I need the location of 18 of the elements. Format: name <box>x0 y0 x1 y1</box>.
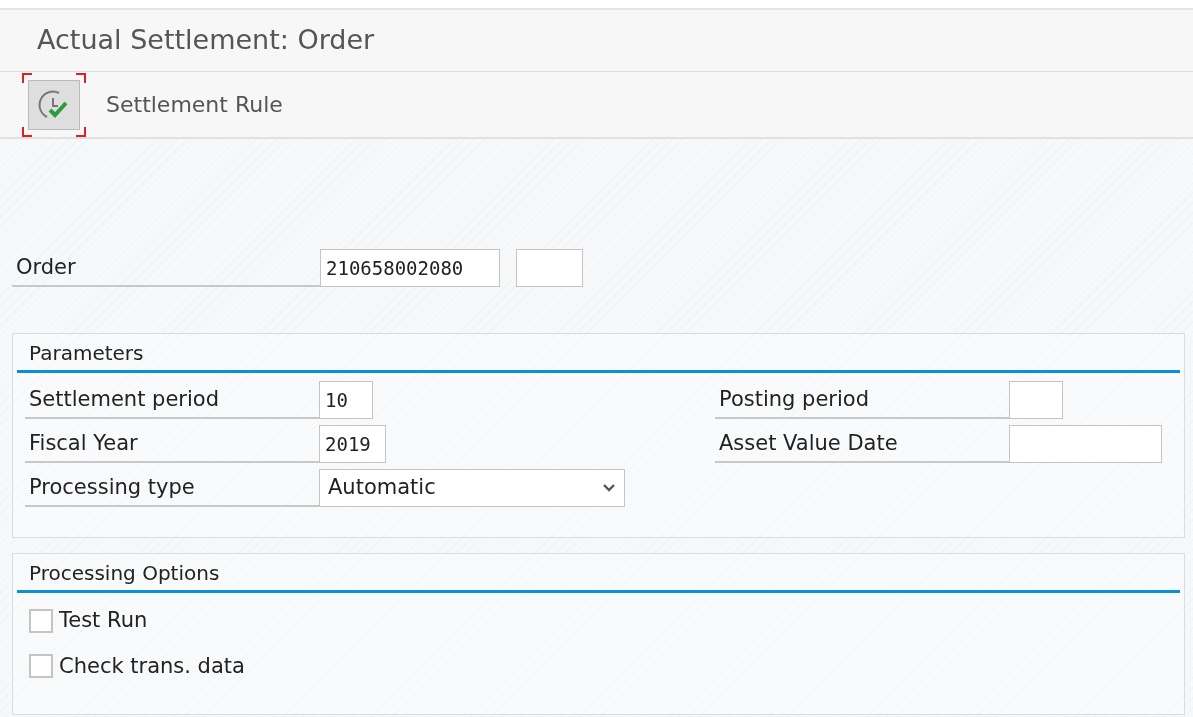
toolbar-label: Settlement Rule <box>106 91 283 119</box>
group-title: Processing Options <box>29 561 220 585</box>
checkbox-label: Test Run <box>59 607 148 634</box>
settlement-rule-button[interactable] <box>22 72 86 137</box>
window-title: Actual Settlement: Order <box>37 23 375 58</box>
checkbox[interactable] <box>29 608 53 633</box>
input-field[interactable] <box>516 249 583 287</box>
input-field[interactable]: 10 <box>319 381 373 419</box>
input-field[interactable]: 2019 <box>319 425 386 463</box>
input-field[interactable]: 210658002080 <box>320 249 500 287</box>
chevron-down-icon <box>602 483 616 493</box>
input-field[interactable] <box>1009 425 1162 463</box>
checkbox[interactable] <box>29 654 53 679</box>
checkbox-label: Check trans. data <box>59 652 245 680</box>
processing-type-dropdown[interactable]: Automatic <box>319 469 625 507</box>
focus-frame-icon <box>22 72 86 137</box>
group-title: Parameters <box>29 341 144 365</box>
input-field[interactable] <box>1009 381 1063 419</box>
